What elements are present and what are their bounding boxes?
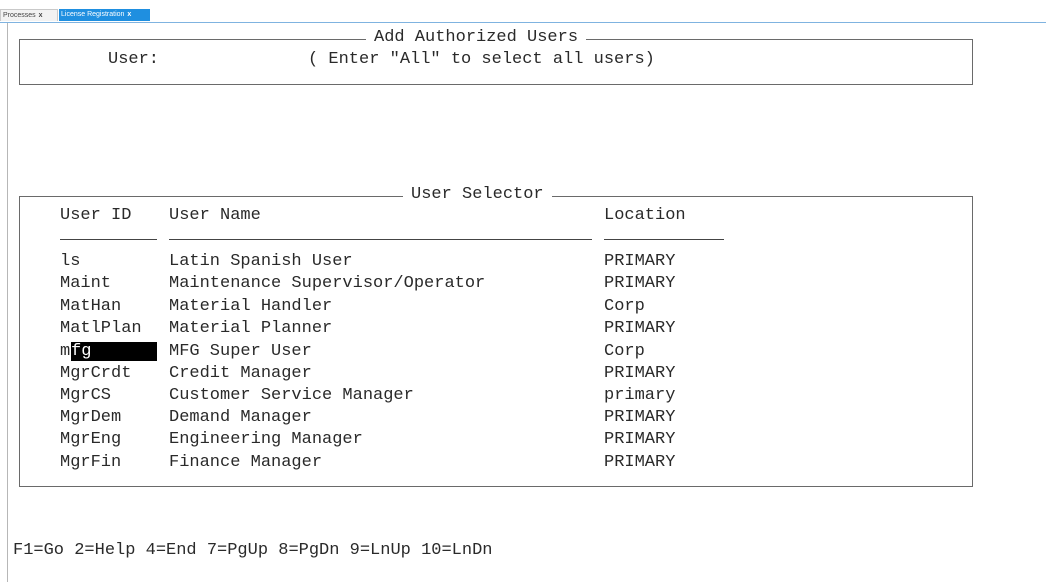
terminal-screen[interactable]: Add Authorized Users User: ( Enter "All"… [7,23,1046,582]
header-underline-name [169,239,592,240]
row-user-name: Credit Manager [169,364,312,383]
row-user-id-prefix: m [60,342,71,361]
row-user-name: Latin Spanish User [169,252,353,271]
row-location: primary [604,386,676,405]
user-field-label: User: [108,50,160,69]
row-user-id: MgrCS [60,386,112,405]
row-user-name: Customer Service Manager [169,386,414,405]
row-user-id: ls [60,252,81,271]
header-underline-location [604,239,724,240]
tab-processes-label: Processes [3,12,36,19]
row-location: PRIMARY [604,453,676,472]
row-location: PRIMARY [604,364,676,383]
row-location: PRIMARY [604,319,676,338]
tab-license-registration[interactable]: License Registration x [59,9,150,21]
row-location: Corp [604,297,645,316]
function-key-bar: F1=Go 2=Help 4=End 7=PgUp 8=PgDn 9=LnUp … [13,541,493,560]
close-icon[interactable]: x [39,12,43,19]
column-header-location: Location [604,206,686,225]
row-location: PRIMARY [604,274,676,293]
user-input[interactable] [173,50,298,70]
user-selector-title: User Selector [403,186,552,204]
tab-processes[interactable]: Processes x [0,9,58,21]
row-location: Corp [604,342,645,361]
row-user-id: MgrFin [60,453,122,472]
row-location: PRIMARY [604,408,676,427]
row-user-id-cursor[interactable]: fg [71,343,91,361]
row-user-name: MFG Super User [169,342,312,361]
row-user-id: MgrEng [60,430,122,449]
tab-bar: Processes x License Registration x [0,0,1046,23]
header-underline-id [60,239,157,240]
row-user-id: MgrDem [60,408,122,427]
close-icon[interactable]: x [127,11,131,18]
tab-license-registration-label: License Registration [61,11,125,18]
row-user-name: Finance Manager [169,453,323,472]
row-user-name: Material Handler [169,297,333,316]
row-user-name: Maintenance Supervisor/Operator [169,274,486,293]
row-user-id: MatHan [60,297,122,316]
column-header-user-name: User Name [169,206,261,225]
row-user-id: MgrCrdt [60,364,132,383]
row-user-id: Maint [60,274,112,293]
row-location: PRIMARY [604,252,676,271]
add-authorized-users-title: Add Authorized Users [366,29,587,47]
column-header-user-id: User ID [60,206,132,225]
row-user-name: Engineering Manager [169,430,363,449]
row-location: PRIMARY [604,430,676,449]
row-user-id: MatlPlan [60,319,142,338]
row-user-name: Demand Manager [169,408,312,427]
user-field-hint: ( Enter "All" to select all users) [308,50,655,69]
row-user-name: Material Planner [169,319,333,338]
